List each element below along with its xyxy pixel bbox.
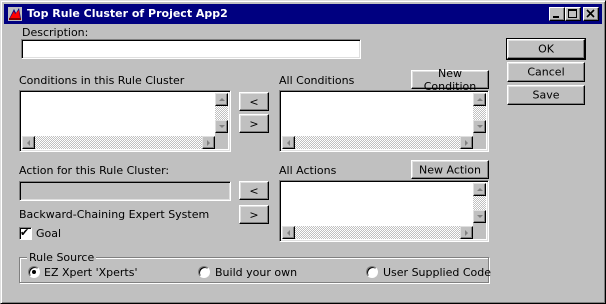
dialog-window: Top Rule Cluster of Project App2 Descrip… xyxy=(0,0,606,304)
remove-action-arrow-label: > xyxy=(249,208,259,221)
goal-label: Goal xyxy=(36,227,62,240)
rule-source-title: Rule Source xyxy=(27,251,97,264)
maximize-icon xyxy=(568,9,577,18)
goal-checkbox[interactable]: ✔ xyxy=(19,226,32,240)
cancel-button[interactable]: Cancel xyxy=(507,62,585,82)
conditions-label: Conditions in this Rule Cluster xyxy=(19,74,185,87)
all-conditions-list[interactable] xyxy=(279,90,489,152)
scroll-up-icon[interactable] xyxy=(473,93,486,106)
new-condition-button[interactable]: New Condition xyxy=(411,67,489,93)
remove-action-arrow-button[interactable]: > xyxy=(239,205,269,224)
all-actions-hscroll[interactable] xyxy=(282,226,473,239)
maximize-button[interactable] xyxy=(565,7,581,21)
radio-selected-dot xyxy=(32,270,36,274)
scroll-corner xyxy=(473,223,486,239)
minimize-icon xyxy=(553,16,559,18)
cancel-button-label: Cancel xyxy=(527,65,565,79)
window-title: Top Rule Cluster of Project App2 xyxy=(27,7,228,20)
radio-user-supplied-code-label[interactable]: User Supplied Code xyxy=(383,266,491,279)
radio-build-your-own-label[interactable]: Build your own xyxy=(215,266,297,279)
description-field[interactable] xyxy=(21,39,361,59)
new-action-button[interactable]: New Action xyxy=(411,160,489,179)
action-field[interactable] xyxy=(19,181,231,201)
save-button[interactable]: Save xyxy=(507,85,585,105)
add-action-arrow-button[interactable]: < xyxy=(239,181,269,200)
conditions-hscroll[interactable] xyxy=(22,136,215,149)
scroll-up-icon[interactable] xyxy=(473,183,486,196)
scroll-corner xyxy=(473,133,486,149)
add-condition-arrow-label: < xyxy=(249,95,259,108)
radio-build-your-own[interactable] xyxy=(198,266,210,278)
scroll-down-icon[interactable] xyxy=(473,210,486,223)
description-label: Description: xyxy=(22,26,89,39)
add-condition-arrow-button[interactable]: < xyxy=(239,92,269,111)
scroll-corner xyxy=(215,133,228,149)
scroll-left-icon[interactable] xyxy=(282,226,295,239)
ok-button-label: OK xyxy=(538,42,554,56)
scroll-right-icon[interactable] xyxy=(460,226,473,239)
scroll-down-icon[interactable] xyxy=(473,120,486,133)
backward-chaining-label: Backward-Chaining Expert System xyxy=(19,208,210,221)
app-icon xyxy=(8,7,22,21)
add-action-arrow-label: < xyxy=(249,184,259,197)
scroll-left-icon[interactable] xyxy=(22,136,35,149)
scroll-right-icon[interactable] xyxy=(460,136,473,149)
action-label: Action for this Rule Cluster: xyxy=(19,164,170,177)
radio-ez-xpert-label[interactable]: EZ Xpert 'Xperts' xyxy=(44,266,138,279)
ok-button[interactable]: OK xyxy=(506,38,586,60)
new-condition-button-label: New Condition xyxy=(423,66,477,93)
all-conditions-hscroll[interactable] xyxy=(282,136,473,149)
scroll-right-icon[interactable] xyxy=(202,136,215,149)
remove-condition-arrow-button[interactable]: > xyxy=(239,114,269,133)
remove-condition-arrow-label: > xyxy=(249,117,259,130)
new-action-button-label: New Action xyxy=(419,163,481,176)
save-button-label: Save xyxy=(532,88,560,102)
close-icon xyxy=(586,9,595,18)
checkmark-icon: ✔ xyxy=(20,226,30,239)
minimize-button[interactable] xyxy=(549,7,565,21)
scroll-down-icon[interactable] xyxy=(215,120,228,133)
title-bar[interactable]: Top Rule Cluster of Project App2 xyxy=(4,4,602,24)
all-conditions-label: All Conditions xyxy=(279,74,355,87)
radio-ez-xpert[interactable] xyxy=(28,266,40,278)
close-button[interactable] xyxy=(583,7,599,21)
radio-user-supplied-code[interactable] xyxy=(366,266,378,278)
scroll-left-icon[interactable] xyxy=(282,136,295,149)
scroll-up-icon[interactable] xyxy=(215,93,228,106)
all-actions-list[interactable] xyxy=(279,180,489,242)
all-actions-label: All Actions xyxy=(279,164,337,177)
conditions-list[interactable] xyxy=(19,90,231,152)
